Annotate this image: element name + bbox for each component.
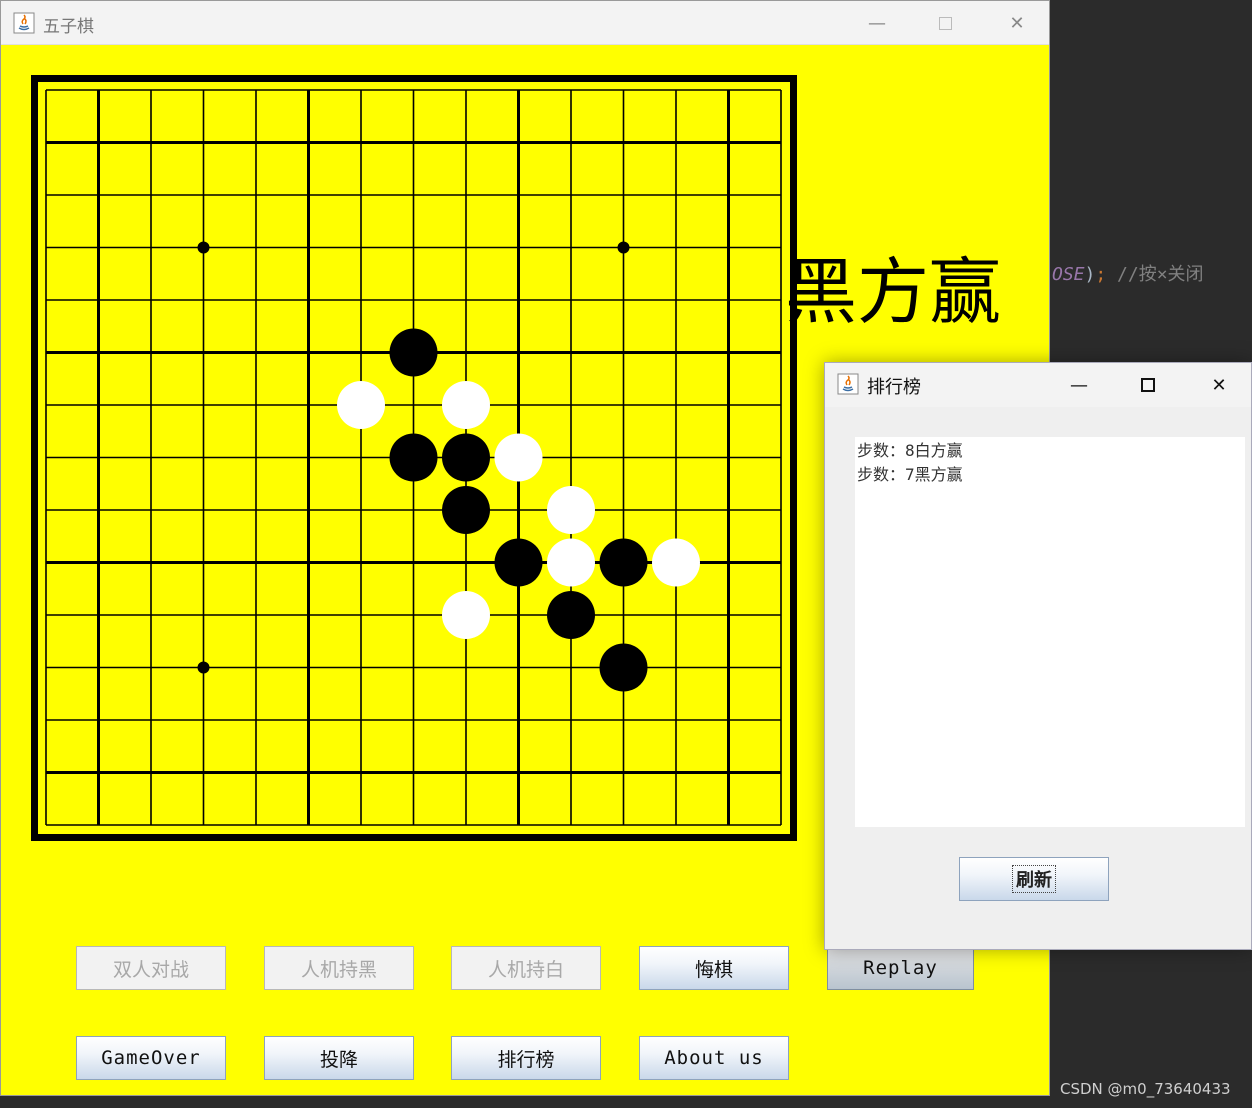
ranking-button[interactable]: 排行榜 <box>451 1036 601 1080</box>
white-stone <box>494 433 543 482</box>
refresh-button[interactable]: 刷新 <box>959 857 1109 901</box>
dialog-title: 排行榜 <box>867 377 921 398</box>
dialog-close-button[interactable]: ✕ <box>1199 371 1239 399</box>
result-label: 黑方赢 <box>785 250 1002 334</box>
background-code: OSE); //按×关闭 <box>1052 260 1204 286</box>
java-app-icon <box>13 12 35 34</box>
code-paren: ) <box>1084 264 1096 285</box>
main-window-title: 五子棋 <box>43 17 94 37</box>
white-stone <box>547 486 595 534</box>
star-point <box>617 241 630 254</box>
ranking-dialog: 排行榜 — ✕ 步数：8白方赢 步数：7黑方赢 刷新 <box>824 362 1252 950</box>
maximize-icon <box>938 16 952 30</box>
star-point <box>197 661 210 674</box>
black-stone <box>442 486 490 534</box>
about-us-button[interactable]: About us <box>639 1036 789 1080</box>
white-stone <box>652 538 700 587</box>
white-stone <box>337 381 385 429</box>
white-stone <box>442 591 490 639</box>
black-stone <box>547 591 595 639</box>
white-stone <box>547 538 595 587</box>
ranking-record: 步数：7黑方赢 <box>857 465 963 484</box>
gomoku-board[interactable] <box>31 75 797 845</box>
java-app-icon <box>837 373 859 395</box>
ranking-text-area[interactable]: 步数：8白方赢 步数：7黑方赢 <box>855 437 1245 827</box>
surrender-button[interactable]: 投降 <box>264 1036 414 1080</box>
ranking-record: 步数：8白方赢 <box>857 441 963 460</box>
maximize-button[interactable] <box>925 9 965 37</box>
desktop: OSE); //按×关闭 CSDN @m0_73640433 五子棋 — ✕ 黑… <box>0 0 1252 1108</box>
close-button[interactable]: ✕ <box>997 9 1037 37</box>
maximize-icon <box>1141 378 1155 392</box>
refresh-label: 刷新 <box>1012 865 1056 893</box>
code-semicolon: ; <box>1095 264 1107 285</box>
undo-button[interactable]: 悔棋 <box>639 946 789 990</box>
code-comment: //按×关闭 <box>1117 264 1204 285</box>
black-stone <box>599 643 648 692</box>
minimize-icon: — <box>868 12 886 34</box>
black-stone <box>442 433 490 482</box>
board-canvas[interactable] <box>31 75 797 841</box>
close-icon: ✕ <box>1211 374 1227 396</box>
black-stone <box>389 433 438 482</box>
star-point <box>197 241 210 254</box>
main-titlebar[interactable]: 五子棋 — ✕ <box>1 1 1049 45</box>
close-icon: ✕ <box>1009 12 1025 34</box>
white-stone <box>442 381 490 429</box>
dialog-titlebar[interactable]: 排行榜 — ✕ <box>825 363 1251 407</box>
minimize-button[interactable]: — <box>857 9 897 37</box>
dialog-minimize-button[interactable]: — <box>1059 371 1099 399</box>
dialog-maximize-button[interactable] <box>1128 371 1168 399</box>
replay-button[interactable]: Replay <box>827 946 974 990</box>
black-stone <box>389 328 438 377</box>
gameover-button[interactable]: GameOver <box>76 1036 226 1080</box>
ai-black-button[interactable]: 人机持黑 <box>264 946 414 990</box>
watermark: CSDN @m0_73640433 <box>1060 1080 1231 1098</box>
black-stone <box>599 538 648 587</box>
minimize-icon: — <box>1070 374 1088 396</box>
code-constant: OSE <box>1052 264 1085 285</box>
ai-white-button[interactable]: 人机持白 <box>451 946 601 990</box>
black-stone <box>494 538 543 587</box>
two-player-button[interactable]: 双人对战 <box>76 946 226 990</box>
